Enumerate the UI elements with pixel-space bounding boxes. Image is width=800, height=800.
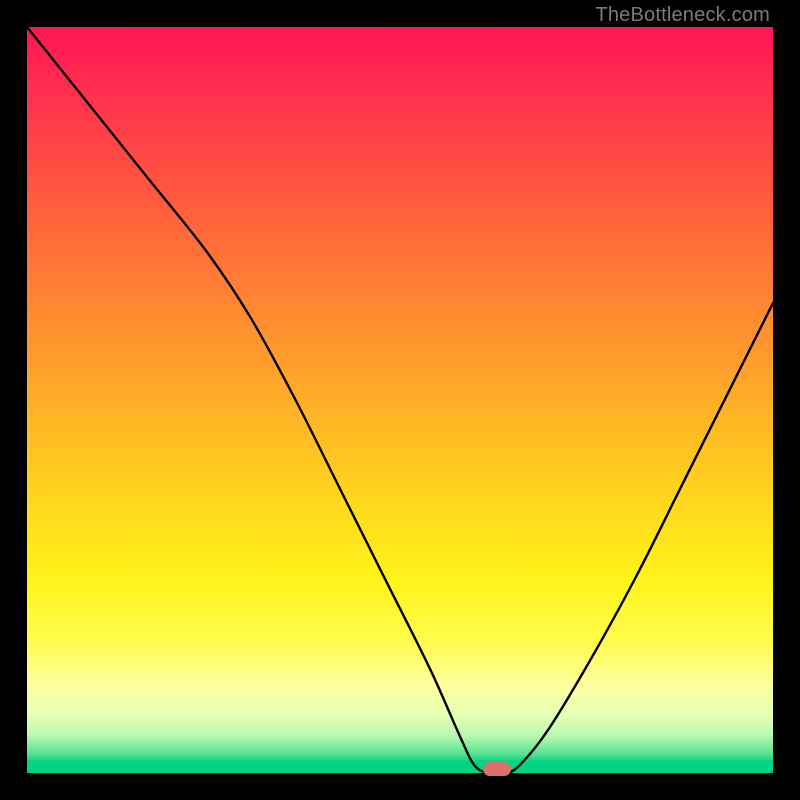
- bottleneck-curve: [27, 27, 773, 773]
- optimal-marker: [483, 762, 511, 776]
- watermark-text: TheBottleneck.com: [595, 4, 770, 27]
- chart-frame: TheBottleneck.com: [0, 0, 800, 800]
